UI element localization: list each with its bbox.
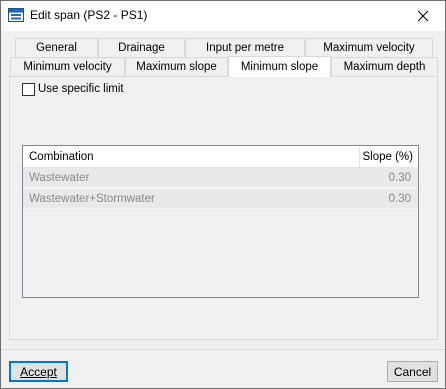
tab-minimum-velocity[interactable]: Minimum velocity: [10, 57, 125, 76]
column-header-slope[interactable]: Slope (%): [360, 146, 418, 168]
cell-slope: 0.30: [388, 193, 411, 205]
cell-combination: Wastewater+Stormwater: [29, 193, 155, 205]
title-bar[interactable]: Edit span (PS2 - PS1): [1, 1, 445, 31]
cell-slope: 0.30: [388, 172, 411, 184]
grid-header: Combination Slope (%): [23, 146, 418, 168]
cell-combination: Wastewater: [29, 172, 90, 184]
table-row[interactable]: Wastewater+Stormwater 0.30: [23, 189, 418, 209]
close-button[interactable]: [401, 1, 445, 31]
tab-input-per-metre[interactable]: Input per metre: [185, 38, 305, 57]
dialog-footer: Accept Cancel: [1, 349, 445, 388]
dialog-window: Edit span (PS2 - PS1) General Drainage I…: [0, 0, 446, 389]
tab-panel-minimum-slope: Use specific limit Combination Slope (%)…: [9, 76, 438, 340]
column-header-combination[interactable]: Combination: [23, 146, 360, 168]
accept-button[interactable]: Accept: [9, 361, 68, 382]
combination-slope-grid[interactable]: Combination Slope (%) Wastewater 0.30 Wa…: [22, 145, 419, 298]
tab-drainage[interactable]: Drainage: [98, 38, 185, 57]
tab-maximum-velocity[interactable]: Maximum velocity: [305, 38, 433, 57]
tab-maximum-slope[interactable]: Maximum slope: [125, 57, 228, 76]
use-specific-limit-checkbox-row[interactable]: Use specific limit: [22, 82, 124, 96]
tab-minimum-slope[interactable]: Minimum slope: [228, 56, 331, 77]
window-title: Edit span (PS2 - PS1): [30, 8, 148, 22]
use-specific-limit-label: Use specific limit: [38, 83, 124, 95]
use-specific-limit-checkbox[interactable]: [22, 82, 35, 96]
table-row[interactable]: Wastewater 0.30: [23, 168, 418, 188]
cancel-button[interactable]: Cancel: [387, 361, 438, 382]
app-window-icon: [8, 8, 24, 22]
tab-maximum-depth[interactable]: Maximum depth: [331, 57, 438, 76]
tab-general[interactable]: General: [15, 38, 98, 57]
close-icon: [418, 11, 428, 21]
